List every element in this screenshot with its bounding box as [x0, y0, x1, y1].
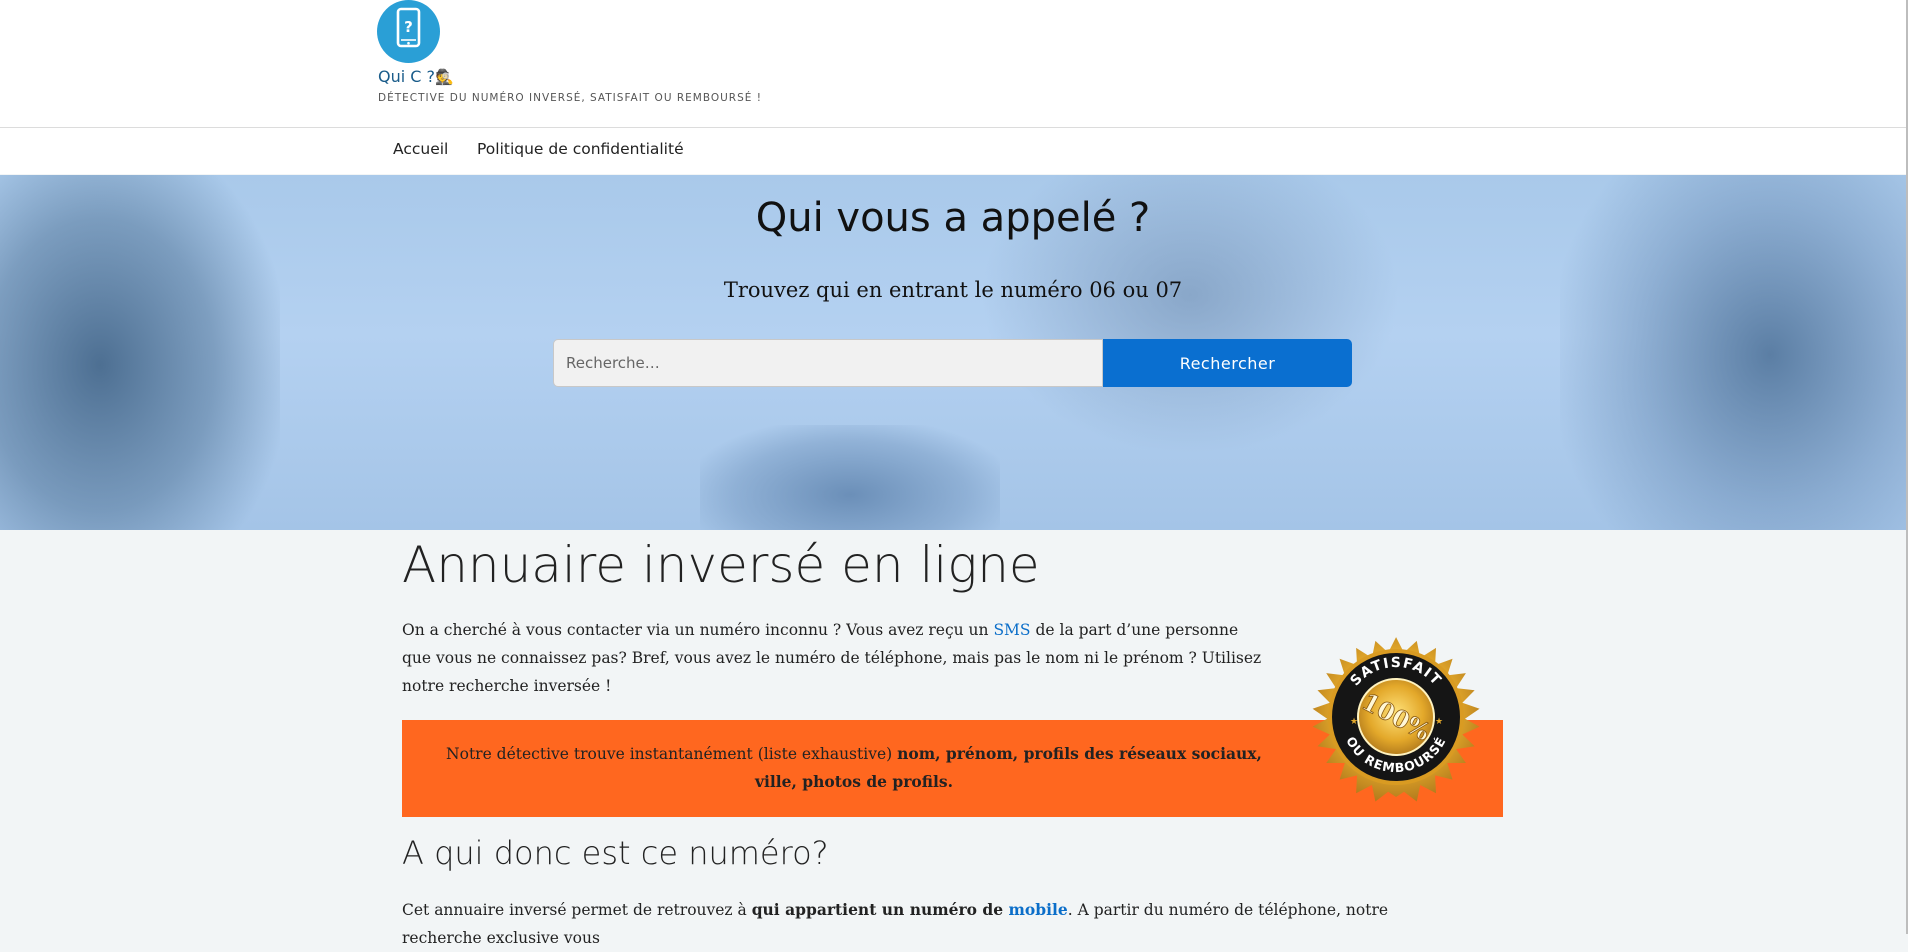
intro-paragraph: On a cherché à vous contacter via un num… — [402, 616, 1272, 700]
svg-text:★: ★ — [1350, 717, 1358, 727]
svg-text:★: ★ — [1435, 717, 1443, 727]
search-input[interactable] — [553, 339, 1103, 387]
main-navigation: Accueil Politique de confidentialité — [0, 128, 1906, 174]
phone-question-icon[interactable]: ? — [377, 0, 440, 63]
svg-text:?: ? — [404, 18, 413, 36]
search-button[interactable]: Rechercher — [1103, 339, 1352, 387]
hero-banner: Qui vous a appelé ? Trouvez qui en entra… — [0, 175, 1906, 530]
detective-icon: 🕵 — [435, 68, 454, 86]
intro-text: On a cherché à vous contacter via un num… — [402, 621, 994, 639]
hero-subtitle: Trouvez qui en entrant le numéro 06 ou 0… — [723, 278, 1183, 302]
hero-background-phone — [700, 425, 1000, 530]
site-header: ? Qui C ?🕵 Détective du numéro inversé, … — [0, 0, 1908, 128]
site-title[interactable]: Qui C ?🕵 — [378, 67, 454, 86]
highlight-normal-text: Notre détective trouve instantanément (l… — [446, 745, 898, 763]
satisfaction-seal-badge: SATISFAIT OU REMBOURSÉ 100% ★ ★ — [1311, 632, 1481, 802]
section-title: A qui donc est ce numéro? — [402, 834, 829, 872]
nav-item-politique-confidentialite[interactable]: Politique de confidentialité — [477, 140, 684, 158]
sms-link[interactable]: SMS — [993, 621, 1030, 639]
site-tagline: Détective du numéro inversé, satisfait o… — [378, 92, 762, 104]
highlight-text: Notre détective trouve instantanément (l… — [424, 740, 1284, 796]
section-bold-text: qui appartient un numéro de — [751, 900, 1009, 919]
nav-item-accueil[interactable]: Accueil — [393, 140, 448, 158]
section-paragraph: Cet annuaire inversé permet de retrouvez… — [402, 896, 1472, 952]
site-title-text: Qui C ? — [378, 67, 436, 86]
mobile-link[interactable]: mobile — [1009, 900, 1068, 919]
section-text: Cet annuaire inversé permet de retrouvez… — [402, 901, 752, 919]
page-title: Annuaire inversé en ligne — [402, 536, 1040, 594]
hero-title: Qui vous a appelé ? — [755, 195, 1151, 241]
